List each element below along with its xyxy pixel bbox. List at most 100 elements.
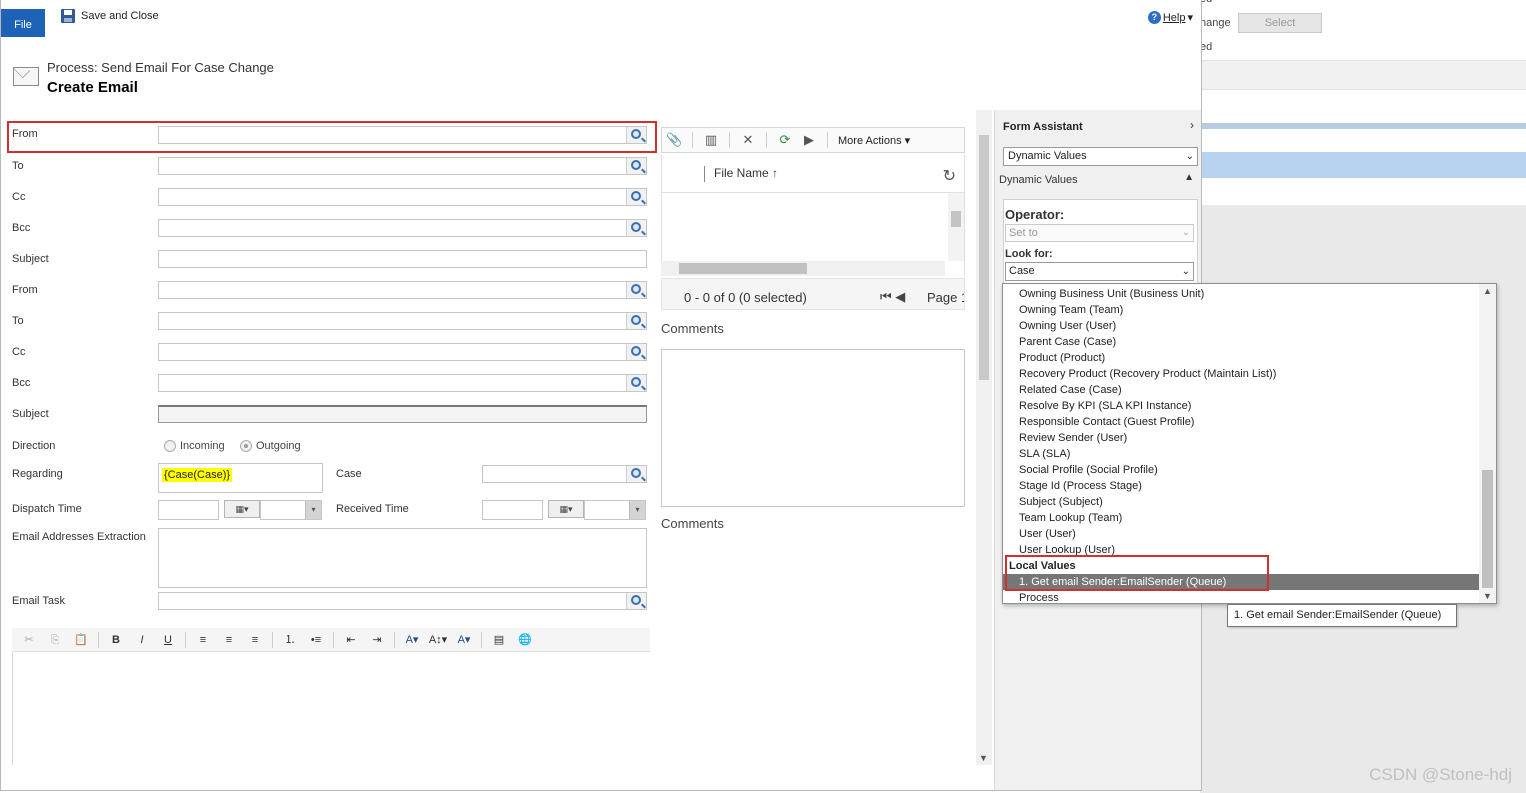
regarding-input[interactable]: {Case(Case)} <box>158 463 323 493</box>
direction-outgoing-radio[interactable]: Outgoing <box>240 440 301 453</box>
delete-icon[interactable]: ✕ <box>740 133 756 147</box>
watermark: CSDN @Stone-hdj <box>1369 765 1512 784</box>
email-task-label: Email Task <box>12 595 65 607</box>
font-icon[interactable]: A▾ <box>401 631 423 649</box>
scroll-up-icon[interactable]: ▲ <box>1483 286 1492 296</box>
lookup-icon[interactable] <box>626 466 646 482</box>
toolbar-separator <box>692 132 693 148</box>
outdent-icon[interactable]: ⇤ <box>340 631 362 649</box>
list-item[interactable]: Review Sender (User) <box>1003 430 1480 446</box>
bcc-label: Bcc <box>12 377 31 389</box>
calendar-icon[interactable]: ▦▾ <box>548 500 584 518</box>
lookup-icon[interactable] <box>626 593 646 609</box>
first-page-icon[interactable]: ⏮ ◀ <box>880 289 905 305</box>
run-workflow-icon[interactable]: ⟳ <box>777 133 793 147</box>
list-item[interactable]: Owning User (User) <box>1003 318 1480 334</box>
email-task-lookup-input[interactable] <box>158 592 647 610</box>
lookup-icon[interactable] <box>626 220 646 236</box>
list-item[interactable]: Recovery Product (Recovery Product (Main… <box>1003 366 1480 382</box>
toolbar-separator <box>827 132 828 148</box>
subject-input[interactable] <box>158 405 647 423</box>
bulleted-list-icon[interactable]: •≡ <box>305 631 327 649</box>
list-item[interactable]: Related Case (Case) <box>1003 382 1480 398</box>
underline-button[interactable]: U <box>157 631 179 649</box>
save-and-close-button[interactable]: Save and Close <box>61 9 159 23</box>
column-header-file-name[interactable]: File Name ↑ <box>714 166 778 180</box>
more-actions-menu[interactable]: More Actions ▾ <box>838 134 910 147</box>
copy-icon[interactable]: ⎘ <box>44 631 66 649</box>
paste-icon[interactable]: 📋 <box>70 631 92 649</box>
bcc-lookup-input[interactable] <box>158 374 647 392</box>
page-title: Create Email <box>47 79 138 96</box>
received-time-select[interactable]: ▾ <box>584 500 646 520</box>
font-size-icon[interactable]: A↕▾ <box>427 631 449 649</box>
form-vertical-scrollbar[interactable]: ▼ <box>976 110 992 765</box>
lookup-icon[interactable] <box>626 313 646 329</box>
direction-incoming-radio[interactable]: Incoming <box>164 440 225 453</box>
comments-textarea[interactable] <box>661 349 965 507</box>
file-tab[interactable]: File <box>1 9 45 37</box>
list-item[interactable]: Parent Case (Case) <box>1003 334 1480 350</box>
list-item[interactable]: Social Profile (Social Profile) <box>1003 462 1480 478</box>
list-item[interactable]: Resolve By KPI (SLA KPI Instance) <box>1003 398 1480 414</box>
bg-select-button[interactable]: Select <box>1238 13 1322 33</box>
from-lookup-input[interactable] <box>158 281 647 299</box>
email-extraction-textarea[interactable] <box>158 528 647 588</box>
play-icon[interactable]: ▶ <box>801 133 817 147</box>
grid-horizontal-scrollbar[interactable] <box>661 261 945 276</box>
list-item[interactable]: Team Lookup (Team) <box>1003 510 1480 526</box>
dispatch-time-select[interactable]: ▾ <box>260 500 322 520</box>
case-lookup-input[interactable] <box>482 465 647 483</box>
numbered-list-icon[interactable]: ⒈ <box>279 631 301 649</box>
received-date-input[interactable] <box>482 500 543 520</box>
attach-icon[interactable]: 📎 <box>666 133 682 147</box>
chevron-right-icon[interactable]: › <box>1190 118 1194 132</box>
lookup-icon[interactable] <box>626 158 646 174</box>
to-lookup-input[interactable] <box>158 157 647 175</box>
indent-icon[interactable]: ⇥ <box>366 631 388 649</box>
lookup-icon[interactable] <box>626 344 646 360</box>
email-body-editor[interactable] <box>12 652 650 765</box>
font-color-icon[interactable]: A▾ <box>453 631 475 649</box>
italic-button[interactable]: I <box>131 631 153 649</box>
align-left-icon[interactable]: ≡ <box>192 631 214 649</box>
list-item[interactable]: Process <box>1003 590 1480 603</box>
subject-input[interactable] <box>158 250 647 268</box>
outgoing-label: Outgoing <box>256 440 301 452</box>
cut-icon[interactable]: ✂ <box>18 631 40 649</box>
look-for-select[interactable]: Case ⌄ <box>1005 262 1194 281</box>
cc-lookup-input[interactable] <box>158 188 647 206</box>
list-item[interactable]: Subject (Subject) <box>1003 494 1480 510</box>
list-item[interactable]: Responsible Contact (Guest Profile) <box>1003 414 1480 430</box>
subject-label: Subject <box>12 408 49 420</box>
operator-select[interactable]: Set to ⌄ <box>1005 224 1194 242</box>
bold-button[interactable]: B <box>105 631 127 649</box>
lookup-icon[interactable] <box>626 189 646 205</box>
help-menu[interactable]: ? Help ▾ <box>1147 11 1193 24</box>
grid-view-icon[interactable]: ▥ <box>703 133 719 147</box>
list-item[interactable]: Stage Id (Process Stage) <box>1003 478 1480 494</box>
link-icon[interactable]: 🌐 <box>514 631 536 649</box>
scroll-down-icon[interactable]: ▼ <box>1483 591 1492 601</box>
cc-lookup-input[interactable] <box>158 343 647 361</box>
scroll-down-icon[interactable]: ▼ <box>979 753 988 763</box>
assistant-mode-select[interactable]: Dynamic Values ⌄ <box>1003 147 1198 166</box>
to-lookup-input[interactable] <box>158 312 647 330</box>
refresh-icon[interactable]: ↻ <box>943 166 956 186</box>
list-item[interactable]: SLA (SLA) <box>1003 446 1480 462</box>
dropdown-scrollbar[interactable]: ▲ ▼ <box>1479 284 1496 603</box>
grid-vertical-scrollbar[interactable] <box>948 193 964 261</box>
collapse-icon[interactable]: ▲ <box>1184 172 1194 183</box>
list-item[interactable]: Owning Business Unit (Business Unit) <box>1003 286 1480 302</box>
list-item[interactable]: User (User) <box>1003 526 1480 542</box>
align-right-icon[interactable]: ≡ <box>244 631 266 649</box>
lookup-icon[interactable] <box>626 375 646 391</box>
dispatch-date-input[interactable] <box>158 500 219 520</box>
list-item[interactable]: Owning Team (Team) <box>1003 302 1480 318</box>
list-item[interactable]: Product (Product) <box>1003 350 1480 366</box>
html-source-icon[interactable]: ▤ <box>488 631 510 649</box>
align-center-icon[interactable]: ≡ <box>218 631 240 649</box>
calendar-icon[interactable]: ▦▾ <box>224 500 260 518</box>
lookup-icon[interactable] <box>626 282 646 298</box>
bcc-lookup-input[interactable] <box>158 219 647 237</box>
